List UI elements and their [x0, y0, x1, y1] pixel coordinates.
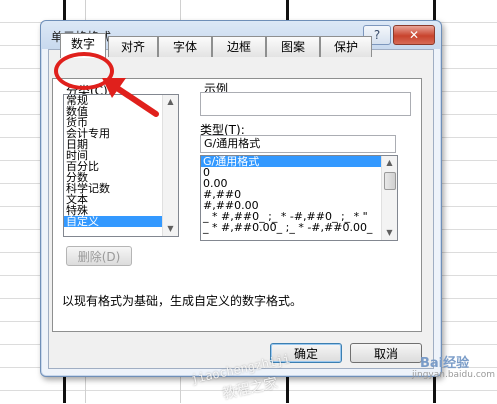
annotation-arrow-icon — [102, 78, 159, 117]
scroll-thumb[interactable] — [384, 172, 396, 190]
sample-box — [200, 92, 411, 116]
type-listbox[interactable]: G/通用格式 0 0.00 #,##0 #,##0.00 _ * #,##0_ … — [200, 155, 398, 241]
close-button[interactable]: ✕ — [393, 25, 435, 45]
scroll-up-icon[interactable]: ▲ — [163, 95, 178, 109]
tab-protection[interactable]: 保护 — [320, 36, 372, 57]
type-input[interactable]: G/通用格式 — [200, 135, 396, 153]
watermark-logo: Bai经验 — [420, 356, 470, 371]
tab-font[interactable]: 字体 — [158, 36, 212, 57]
tab-pattern[interactable]: 图案 — [266, 36, 320, 57]
cancel-button[interactable]: 取消 — [350, 343, 422, 363]
scroll-down-icon[interactable]: ▼ — [382, 226, 397, 240]
description-text: 以现有格式为基础，生成自定义的数字格式。 — [62, 294, 303, 308]
type-scrollbar[interactable]: ▲ ▼ — [381, 156, 397, 240]
delete-button[interactable]: 删除(D) — [66, 246, 132, 266]
scroll-up-icon[interactable]: ▲ — [382, 156, 397, 170]
category-scrollbar[interactable]: ▲ ▼ — [162, 95, 178, 236]
tab-alignment[interactable]: 对齐 — [108, 36, 158, 57]
list-item-selected[interactable]: 自定义 — [64, 216, 178, 227]
tab-border[interactable]: 边框 — [212, 36, 266, 57]
list-item[interactable]: _ * #,##0.00_ ;_ * -#,##0.00_ — [201, 222, 397, 233]
watermark-logo-url: jingyan.baidu.com — [412, 370, 496, 380]
scroll-down-icon[interactable]: ▼ — [163, 222, 178, 236]
list-item-selected[interactable]: G/通用格式 — [201, 156, 397, 167]
list-item[interactable]: 0 — [201, 167, 397, 178]
